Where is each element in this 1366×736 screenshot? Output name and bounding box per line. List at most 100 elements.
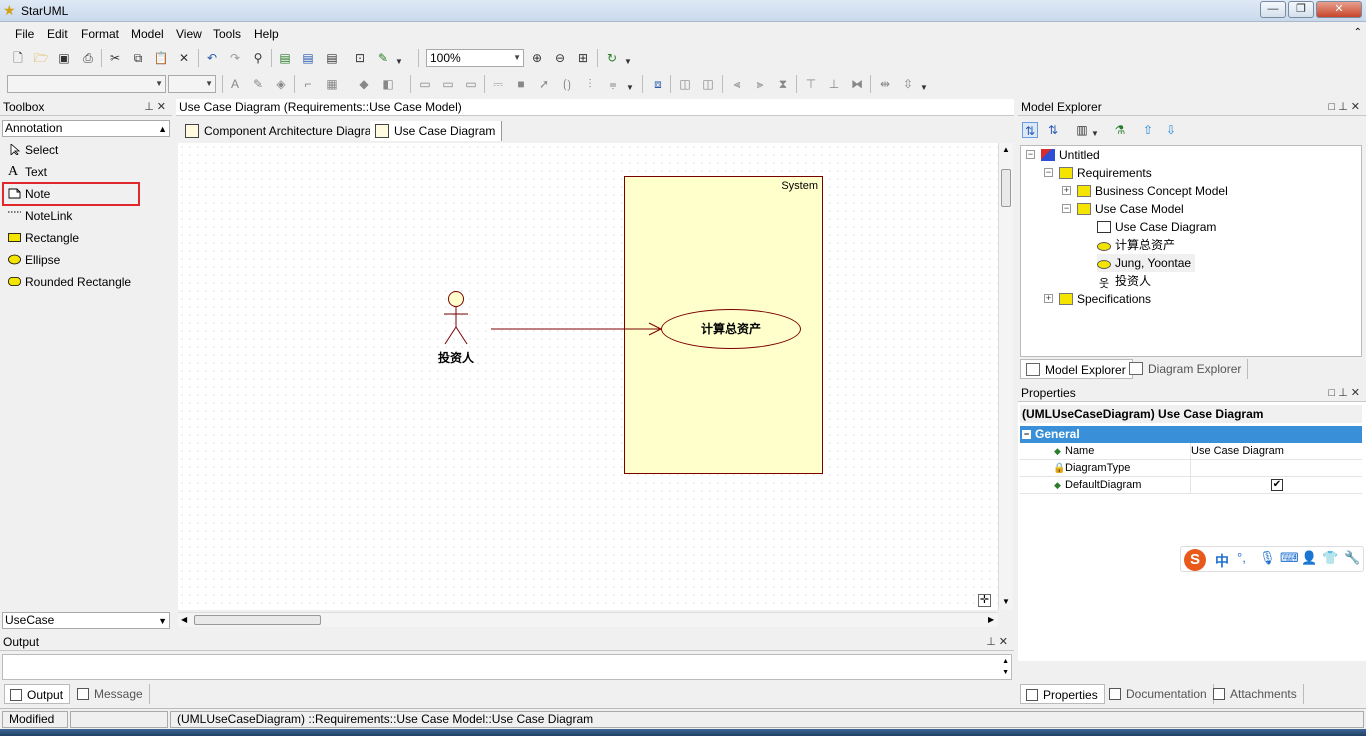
- pen-color-icon[interactable]: ✎: [250, 76, 266, 92]
- fill-color-icon[interactable]: ◈: [273, 76, 289, 92]
- bring-front-icon[interactable]: ◫: [677, 76, 693, 92]
- show-parent-icon[interactable]: ⫶: [582, 76, 598, 92]
- sort-by-kind-icon[interactable]: ⇅: [1022, 122, 1038, 138]
- menu-tools[interactable]: Tools: [213, 27, 241, 41]
- delete-icon[interactable]: ✕: [176, 50, 192, 66]
- paint-bucket-icon[interactable]: ◆: [356, 76, 372, 92]
- dropdown-arrow-icon[interactable]: ▼: [395, 54, 403, 70]
- move-up-icon[interactable]: ⇧: [1140, 122, 1156, 138]
- tool-ellipse[interactable]: Ellipse: [4, 250, 170, 270]
- dropdown-arrow-icon[interactable]: ▼: [920, 80, 928, 96]
- tool-text[interactable]: A Text: [4, 162, 170, 182]
- sort-by-name-icon[interactable]: ⇅: [1045, 122, 1061, 138]
- undo-icon[interactable]: ↶: [204, 50, 220, 66]
- font-icon[interactable]: A: [227, 76, 243, 92]
- new-file-icon[interactable]: 🗋: [10, 50, 26, 66]
- skin-shirt-icon[interactable]: 👕: [1322, 550, 1338, 566]
- tree-node-use-case-model[interactable]: Use Case Model: [1077, 200, 1184, 218]
- tree-node-actor[interactable]: 웃 投资人: [1097, 272, 1151, 290]
- align-left-icon[interactable]: ⫷: [729, 76, 745, 92]
- usecase-ellipse[interactable]: 计算总资产: [661, 309, 801, 349]
- tab-documentation[interactable]: Documentation: [1104, 684, 1214, 704]
- align-right-icon[interactable]: ⫸: [752, 76, 768, 92]
- open-folder-icon[interactable]: 🗁: [33, 50, 49, 66]
- send-back-icon[interactable]: ◫: [700, 76, 716, 92]
- menu-edit[interactable]: Edit: [47, 27, 68, 41]
- cut-icon[interactable]: ✂: [107, 50, 123, 66]
- diagram-horizontal-scrollbar[interactable]: ◀ ▶: [178, 612, 998, 627]
- align-middle-icon[interactable]: ⧓: [849, 76, 865, 92]
- space-vertical-icon[interactable]: ⇳: [900, 76, 916, 92]
- scroll-thumb[interactable]: [194, 615, 321, 625]
- collapse-icon[interactable]: −: [1044, 168, 1053, 177]
- scroll-thumb[interactable]: [1001, 169, 1011, 207]
- minimize-button[interactable]: —: [1260, 1, 1286, 18]
- tree-node-specifications[interactable]: Specifications: [1059, 290, 1151, 308]
- default-diagram-checkbox[interactable]: ✔: [1271, 479, 1283, 491]
- expand-icon[interactable]: +: [1062, 186, 1071, 195]
- zoom-fit-icon[interactable]: ⊞: [575, 50, 591, 66]
- zoom-out-icon[interactable]: ⊖: [552, 50, 568, 66]
- find-icon[interactable]: ⚲: [250, 50, 266, 66]
- user-icon[interactable]: 👤: [1301, 550, 1317, 566]
- menu-help[interactable]: Help: [254, 27, 279, 41]
- keyboard-icon[interactable]: ⌨: [1280, 550, 1299, 566]
- suppress-attributes-icon[interactable]: ▭: [417, 76, 433, 92]
- dropdown-arrow-icon[interactable]: ▼: [1091, 126, 1099, 142]
- collapse-icon[interactable]: −: [1022, 430, 1031, 439]
- scroll-right-icon[interactable]: ▶: [988, 615, 994, 624]
- collapse-icon[interactable]: −: [1062, 204, 1071, 213]
- model-tree[interactable]: − Untitled − Requirements + Business Con…: [1020, 145, 1362, 357]
- tab-properties[interactable]: Properties: [1020, 684, 1105, 704]
- order-icon[interactable]: ◧: [380, 76, 396, 92]
- tab-attachments[interactable]: Attachments: [1208, 684, 1304, 704]
- menu-format[interactable]: Format: [81, 27, 119, 41]
- menu-model[interactable]: Model: [131, 27, 164, 41]
- menu-file[interactable]: File: [15, 27, 34, 41]
- show-properties-icon[interactable]: ⩦: [605, 76, 621, 92]
- group-icon[interactable]: ⧈: [650, 76, 666, 92]
- toolbox-group-usecase[interactable]: UseCase ▼: [2, 612, 170, 629]
- show-compartment-icon[interactable]: ▭: [463, 76, 479, 92]
- tree-node-untitled[interactable]: Untitled: [1041, 146, 1100, 164]
- diagram-canvas[interactable]: System 投资人 计算总资产: [178, 143, 998, 610]
- punctuation-icon[interactable]: °,: [1237, 550, 1246, 565]
- tab-component-architecture-diagram[interactable]: Component Architecture Diagram: [180, 121, 389, 141]
- copy-icon[interactable]: ⧉: [130, 50, 146, 66]
- decoration-view-icon[interactable]: ➚: [536, 76, 552, 92]
- tree-node-usecase-1[interactable]: 计算总资产: [1097, 236, 1175, 254]
- align-center-icon[interactable]: ⧗: [775, 76, 791, 92]
- property-value[interactable]: Use Case Diagram: [1191, 443, 1284, 460]
- dropdown-arrow-icon[interactable]: ▼: [624, 54, 632, 70]
- dropdown-arrow-icon[interactable]: ▼: [626, 80, 634, 96]
- actor-name[interactable]: 投资人: [424, 349, 488, 366]
- align-bottom-icon[interactable]: ⊥: [826, 76, 842, 92]
- property-row-diagramtype[interactable]: 🔒 DiagramType: [1020, 460, 1362, 477]
- tree-node-use-case-diagram[interactable]: Use Case Diagram: [1097, 218, 1216, 236]
- panel-pin-close-icons[interactable]: ⊥✕: [986, 634, 1011, 651]
- font-name-select[interactable]: ▼: [7, 75, 166, 93]
- property-row-defaultdiagram[interactable]: ◆ DefaultDiagram ✔: [1020, 477, 1362, 494]
- tab-output[interactable]: Output: [4, 684, 71, 704]
- toolbar-overflow-icon[interactable]: ⌃: [1354, 27, 1362, 38]
- tab-use-case-diagram[interactable]: Use Case Diagram: [370, 121, 503, 141]
- actor-figure[interactable]: [442, 291, 470, 347]
- tree-node-usecase-2[interactable]: Jung, Yoontae: [1097, 254, 1196, 272]
- filter-icon[interactable]: ⚗: [1112, 122, 1128, 138]
- scroll-up-icon[interactable]: ▲: [1002, 145, 1010, 154]
- restore-button[interactable]: ❐: [1288, 1, 1314, 18]
- tool-rectangle[interactable]: Rectangle: [4, 228, 170, 248]
- diagram-add-icon[interactable]: ▤: [277, 50, 293, 66]
- zoom-select[interactable]: 100% ▼: [426, 49, 524, 67]
- line-style-icon[interactable]: ⌐: [300, 76, 316, 92]
- tree-node-requirements[interactable]: Requirements: [1059, 164, 1152, 182]
- diagram-open-icon[interactable]: ▤: [300, 50, 316, 66]
- properties-section-general[interactable]: − General: [1020, 426, 1362, 443]
- paste-icon[interactable]: 📋: [153, 50, 169, 66]
- panel-pin-close-icons[interactable]: □⊥✕: [1329, 99, 1363, 116]
- suppress-operations-icon[interactable]: ▭: [440, 76, 456, 92]
- canvas-navigator-icon[interactable]: ✛: [978, 594, 991, 607]
- save-icon[interactable]: ▣: [56, 50, 72, 66]
- tool-notelink[interactable]: NoteLink: [4, 206, 170, 226]
- stereotype-icon[interactable]: ⎓: [490, 76, 506, 92]
